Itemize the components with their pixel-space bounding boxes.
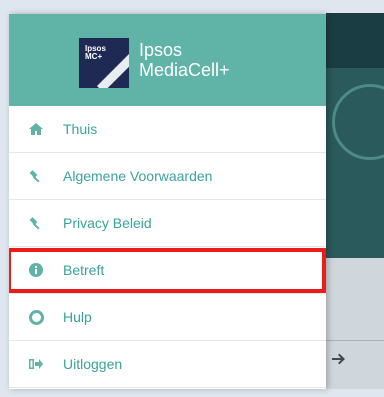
menu-item-label: Betreft xyxy=(63,262,105,278)
info-circle-icon xyxy=(28,262,44,278)
globe-graphic xyxy=(332,84,384,160)
menu-item-hulp[interactable]: Hulp xyxy=(9,294,326,341)
logo-text-line2: MC+ xyxy=(85,52,103,61)
navigation-drawer: Ipsos MC+ Ipsos MediaCell+ Thuis Algemen… xyxy=(9,14,326,389)
menu-item-thuis[interactable]: Thuis xyxy=(9,106,326,153)
gavel-icon xyxy=(28,168,44,184)
menu-item-label: Algemene Voorwaarden xyxy=(63,168,213,184)
brand-line1: Ipsos xyxy=(139,40,183,60)
drawer-menu: Thuis Algemene Voorwaarden Privacy Belei… xyxy=(9,106,326,388)
menu-item-uitloggen[interactable]: Uitloggen xyxy=(9,341,326,388)
menu-item-label: Thuis xyxy=(63,121,98,137)
menu-item-label: Uitloggen xyxy=(63,356,123,372)
arrow-right-icon[interactable] xyxy=(330,351,350,371)
menu-item-algemene-voorwaarden[interactable]: Algemene Voorwaarden xyxy=(9,153,326,200)
menu-item-privacy-beleid[interactable]: Privacy Beleid xyxy=(9,200,326,247)
sign-out-icon xyxy=(28,356,44,372)
app-hero-image xyxy=(326,68,384,258)
drawer-header: Ipsos MC+ Ipsos MediaCell+ xyxy=(9,14,326,106)
brand-line2: MediaCell+ xyxy=(139,60,230,80)
ipsos-logo: Ipsos MC+ xyxy=(79,38,129,88)
gavel-icon xyxy=(28,215,44,231)
menu-item-label: Hulp xyxy=(63,309,92,325)
home-icon xyxy=(28,121,44,137)
menu-item-label: Privacy Beleid xyxy=(63,215,152,231)
brand-title: Ipsos MediaCell+ xyxy=(139,40,230,80)
divider xyxy=(326,340,384,341)
app-topbar xyxy=(326,13,384,68)
life-ring-icon xyxy=(28,309,44,325)
menu-item-betreft[interactable]: Betreft xyxy=(9,247,326,294)
